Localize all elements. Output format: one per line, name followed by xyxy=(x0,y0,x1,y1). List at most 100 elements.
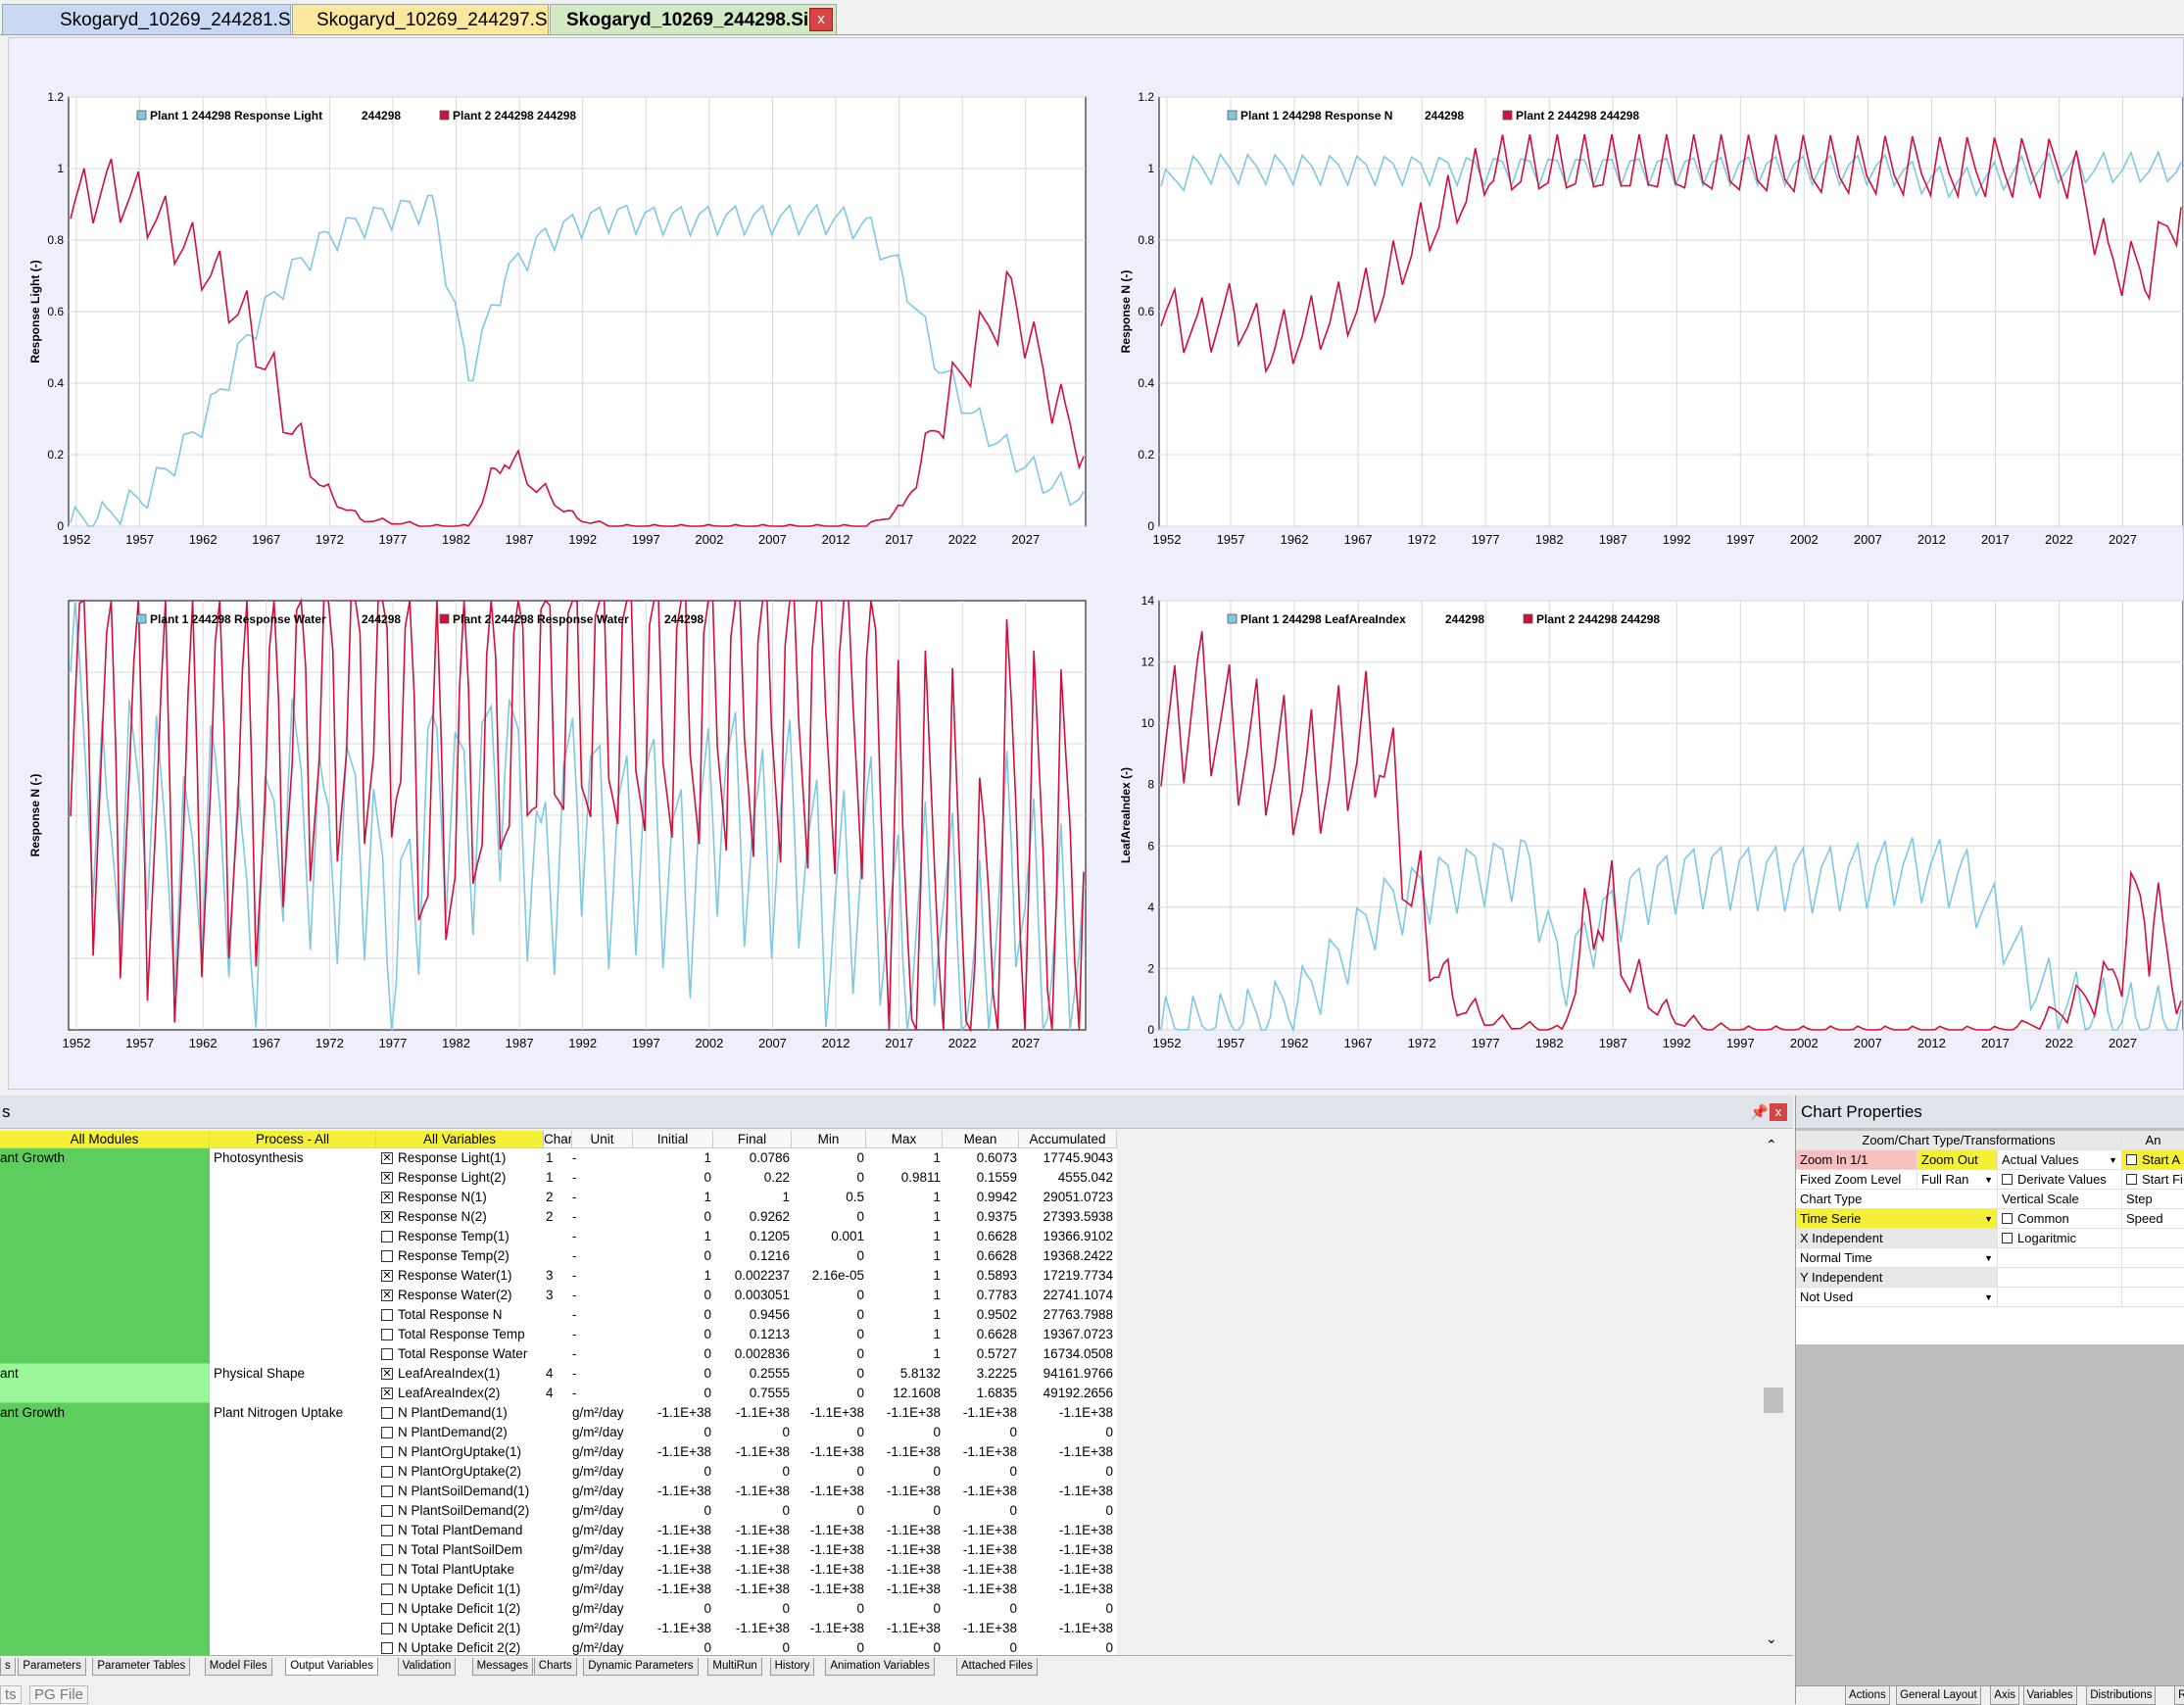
file-tab-lower[interactable]: PG File xyxy=(29,1685,89,1704)
properties-tab[interactable]: Variables xyxy=(2022,1686,2077,1705)
table-row[interactable]: N Total PlantDemand g/m²/day -1.1E+38 -1.1E… xyxy=(376,1521,1117,1540)
checkbox[interactable] xyxy=(381,1505,393,1517)
chart-type-select[interactable]: Time Serie ▼ xyxy=(1796,1209,1998,1229)
actual-values-select[interactable]: Actual Values ▼ xyxy=(1998,1150,2122,1170)
table-row[interactable]: ✕ Response Water(1) 3 - 1 0.002237 2.16e-05 1 0.… xyxy=(376,1266,1117,1286)
file-tab-244281[interactable]: Skogaryd_10269_244281.Sim xyxy=(2,4,291,34)
properties-tab[interactable]: General Layout xyxy=(1896,1686,1981,1705)
properties-tab[interactable]: Actions xyxy=(1845,1686,1890,1705)
pin-icon[interactable]: 📌 xyxy=(1750,1103,1769,1121)
properties-tab[interactable]: Distributions xyxy=(2086,1686,2157,1705)
checkbox[interactable] xyxy=(381,1525,393,1536)
checkbox[interactable] xyxy=(381,1348,393,1360)
table-row[interactable]: N Uptake Deficit 1(2) g/m²/day 0 0 0 0 0 0 xyxy=(376,1599,1117,1619)
panel-tab[interactable]: s xyxy=(0,1658,16,1676)
checkbox[interactable] xyxy=(381,1486,393,1497)
file-tab-lower[interactable]: ts xyxy=(0,1685,22,1704)
table-row[interactable]: N Total PlantUptake g/m²/day -1.1E+38 -1.1E… xyxy=(376,1560,1117,1580)
panel-tab[interactable]: Validation xyxy=(397,1658,457,1676)
logaritmic-checkbox[interactable]: Logaritmic xyxy=(1998,1229,2122,1248)
checkbox[interactable]: ✕ xyxy=(381,1211,393,1223)
checkbox[interactable] xyxy=(381,1250,393,1262)
zoom-in-button[interactable]: Zoom In 1/1 xyxy=(1796,1150,1917,1170)
panel-tab[interactable]: Model Files xyxy=(204,1658,272,1676)
table-row[interactable]: ✕ LeafAreaIndex(1) 4 - 0 0.2555 0 5.8132 3.2225 9… xyxy=(376,1364,1117,1384)
panel-tab[interactable]: Parameters xyxy=(18,1658,86,1676)
zoom-out-button[interactable]: Zoom Out xyxy=(1917,1150,1998,1170)
checkbox[interactable] xyxy=(381,1309,393,1321)
full-range-select[interactable]: Full Ran ▼ xyxy=(1917,1170,1998,1190)
checkbox[interactable] xyxy=(381,1407,393,1419)
table-row[interactable]: ✕ Response N(1) 2 - 1 1 0.5 1 0.9942 29051.0723 xyxy=(376,1188,1117,1207)
table-row[interactable]: ✕ Response Light(2) 1 - 0 0.22 0 0.9811 0.1559 45… xyxy=(376,1168,1117,1188)
panel-tab[interactable]: History xyxy=(769,1658,815,1676)
close-panel-button[interactable]: x xyxy=(1770,1103,1787,1121)
header-all-modules[interactable]: All Modules xyxy=(0,1131,210,1148)
table-row[interactable]: N Uptake Deficit 2(2) g/m²/day 0 0 0 0 0 0 xyxy=(376,1638,1117,1655)
chevron-up-icon[interactable]: ⌃ xyxy=(1766,1137,1777,1153)
table-row[interactable]: N PlantDemand(1) g/m²/day -1.1E+38 -1.1E+38… xyxy=(376,1403,1117,1423)
table-row[interactable]: N PlantSoilDemand(2) g/m²/day 0 0 0 0 0 0 xyxy=(376,1501,1117,1521)
checkbox[interactable] xyxy=(381,1231,393,1242)
table-row[interactable]: Response Temp(1) - 1 0.1205 0.001 1 0.6628 1936… xyxy=(376,1227,1117,1246)
process-cell[interactable]: Plant Nitrogen Uptake xyxy=(210,1403,376,1655)
x-independent-select[interactable]: Normal Time ▼ xyxy=(1796,1248,1998,1268)
derivate-values-checkbox[interactable]: Derivate Values xyxy=(1998,1170,2122,1190)
panel-tab[interactable]: Animation Variables xyxy=(825,1658,935,1676)
checkbox[interactable]: ✕ xyxy=(381,1290,393,1301)
header-all-variables[interactable]: All Variables xyxy=(376,1131,544,1148)
checkbox[interactable]: ✕ xyxy=(381,1152,393,1164)
panel-tab[interactable]: Dynamic Parameters xyxy=(583,1658,699,1676)
start-first-checkbox[interactable]: Start Fi xyxy=(2122,1170,2184,1190)
checkbox[interactable] xyxy=(381,1623,393,1634)
checkbox[interactable] xyxy=(381,1466,393,1478)
header-process-all[interactable]: Process - All xyxy=(210,1131,376,1148)
table-row[interactable]: ✕ LeafAreaIndex(2) 4 - 0 0.7555 0 12.1608 1.6835… xyxy=(376,1384,1117,1403)
checkbox[interactable] xyxy=(381,1603,393,1615)
common-checkbox[interactable]: Common xyxy=(1998,1209,2122,1229)
checkbox[interactable] xyxy=(381,1642,393,1654)
checkbox[interactable]: ✕ xyxy=(381,1388,393,1399)
checkbox[interactable] xyxy=(381,1544,393,1556)
panel-tab[interactable]: Output Variables xyxy=(285,1658,378,1676)
process-cell[interactable]: Photosynthesis xyxy=(210,1148,376,1364)
table-row[interactable]: Total Response Temp - 0 0.1213 0 1 0.6628 19367… xyxy=(376,1325,1117,1344)
checkbox[interactable] xyxy=(381,1564,393,1576)
panel-tab[interactable]: Parameter Tables xyxy=(92,1658,191,1676)
table-row[interactable]: ✕ Response Light(1) 1 - 1 0.0786 0 1 0.6073 17745… xyxy=(376,1148,1117,1168)
table-row[interactable]: Total Response N - 0 0.9456 0 1 0.9502 27763.79… xyxy=(376,1305,1117,1325)
checkbox[interactable] xyxy=(381,1583,393,1595)
table-row[interactable]: N PlantOrgUptake(1) g/m²/day -1.1E+38 -1.1E… xyxy=(376,1442,1117,1462)
properties-tab[interactable]: Axis xyxy=(1990,1686,2020,1705)
vertical-scrollbar[interactable]: ⌃ ⌄ xyxy=(1762,1131,1785,1655)
checkbox[interactable]: ✕ xyxy=(381,1192,393,1203)
table-row[interactable]: ✕ Response N(2) 2 - 0 0.9262 0 1 0.9375 27393.593… xyxy=(376,1207,1117,1227)
panel-tab[interactable]: Messages xyxy=(471,1658,534,1676)
scroll-thumb[interactable] xyxy=(1764,1388,1783,1413)
checkbox[interactable]: ✕ xyxy=(381,1368,393,1380)
start-animation-checkbox[interactable]: Start A xyxy=(2122,1150,2184,1170)
panel-tab[interactable]: Charts xyxy=(533,1658,577,1676)
file-tab-244297[interactable]: Skogaryd_10269_244297.Sim xyxy=(292,4,549,34)
table-row[interactable]: ✕ Response Water(2) 3 - 0 0.003051 0 1 0.7783 227… xyxy=(376,1286,1117,1305)
table-row[interactable]: N PlantSoilDemand(1) g/m²/day -1.1E+38 -1.1… xyxy=(376,1482,1117,1501)
checkbox[interactable] xyxy=(381,1329,393,1340)
table-row[interactable]: N PlantDemand(2) g/m²/day 0 0 0 0 0 0 xyxy=(376,1423,1117,1442)
module-cell[interactable]: ant xyxy=(0,1364,210,1403)
module-cell[interactable]: ant Growth xyxy=(0,1403,210,1655)
checkbox[interactable]: ✕ xyxy=(381,1172,393,1184)
table-row[interactable]: N Total PlantSoilDem g/m²/day -1.1E+38 -1.1… xyxy=(376,1540,1117,1560)
checkbox[interactable] xyxy=(381,1446,393,1458)
checkbox[interactable] xyxy=(381,1427,393,1438)
table-row[interactable]: Total Response Water - 0 0.002836 0 1 0.5727 16… xyxy=(376,1344,1117,1364)
checkbox[interactable]: ✕ xyxy=(381,1270,393,1282)
process-cell[interactable]: Physical Shape xyxy=(210,1364,376,1403)
table-row[interactable]: N Uptake Deficit 1(1) g/m²/day -1.1E+38 -1.… xyxy=(376,1580,1117,1599)
table-row[interactable]: N Uptake Deficit 2(1) g/m²/day -1.1E+38 -1.… xyxy=(376,1619,1117,1638)
chevron-down-icon[interactable]: ⌄ xyxy=(1766,1631,1777,1647)
panel-tab[interactable]: Attached Files xyxy=(956,1658,1038,1676)
close-tab-button[interactable]: x xyxy=(809,8,833,31)
table-row[interactable]: Response Temp(2) - 0 0.1216 0 1 0.6628 19368.24… xyxy=(376,1246,1117,1266)
panel-tab[interactable]: MultiRun xyxy=(707,1658,762,1676)
module-cell[interactable]: ant Growth xyxy=(0,1148,210,1364)
